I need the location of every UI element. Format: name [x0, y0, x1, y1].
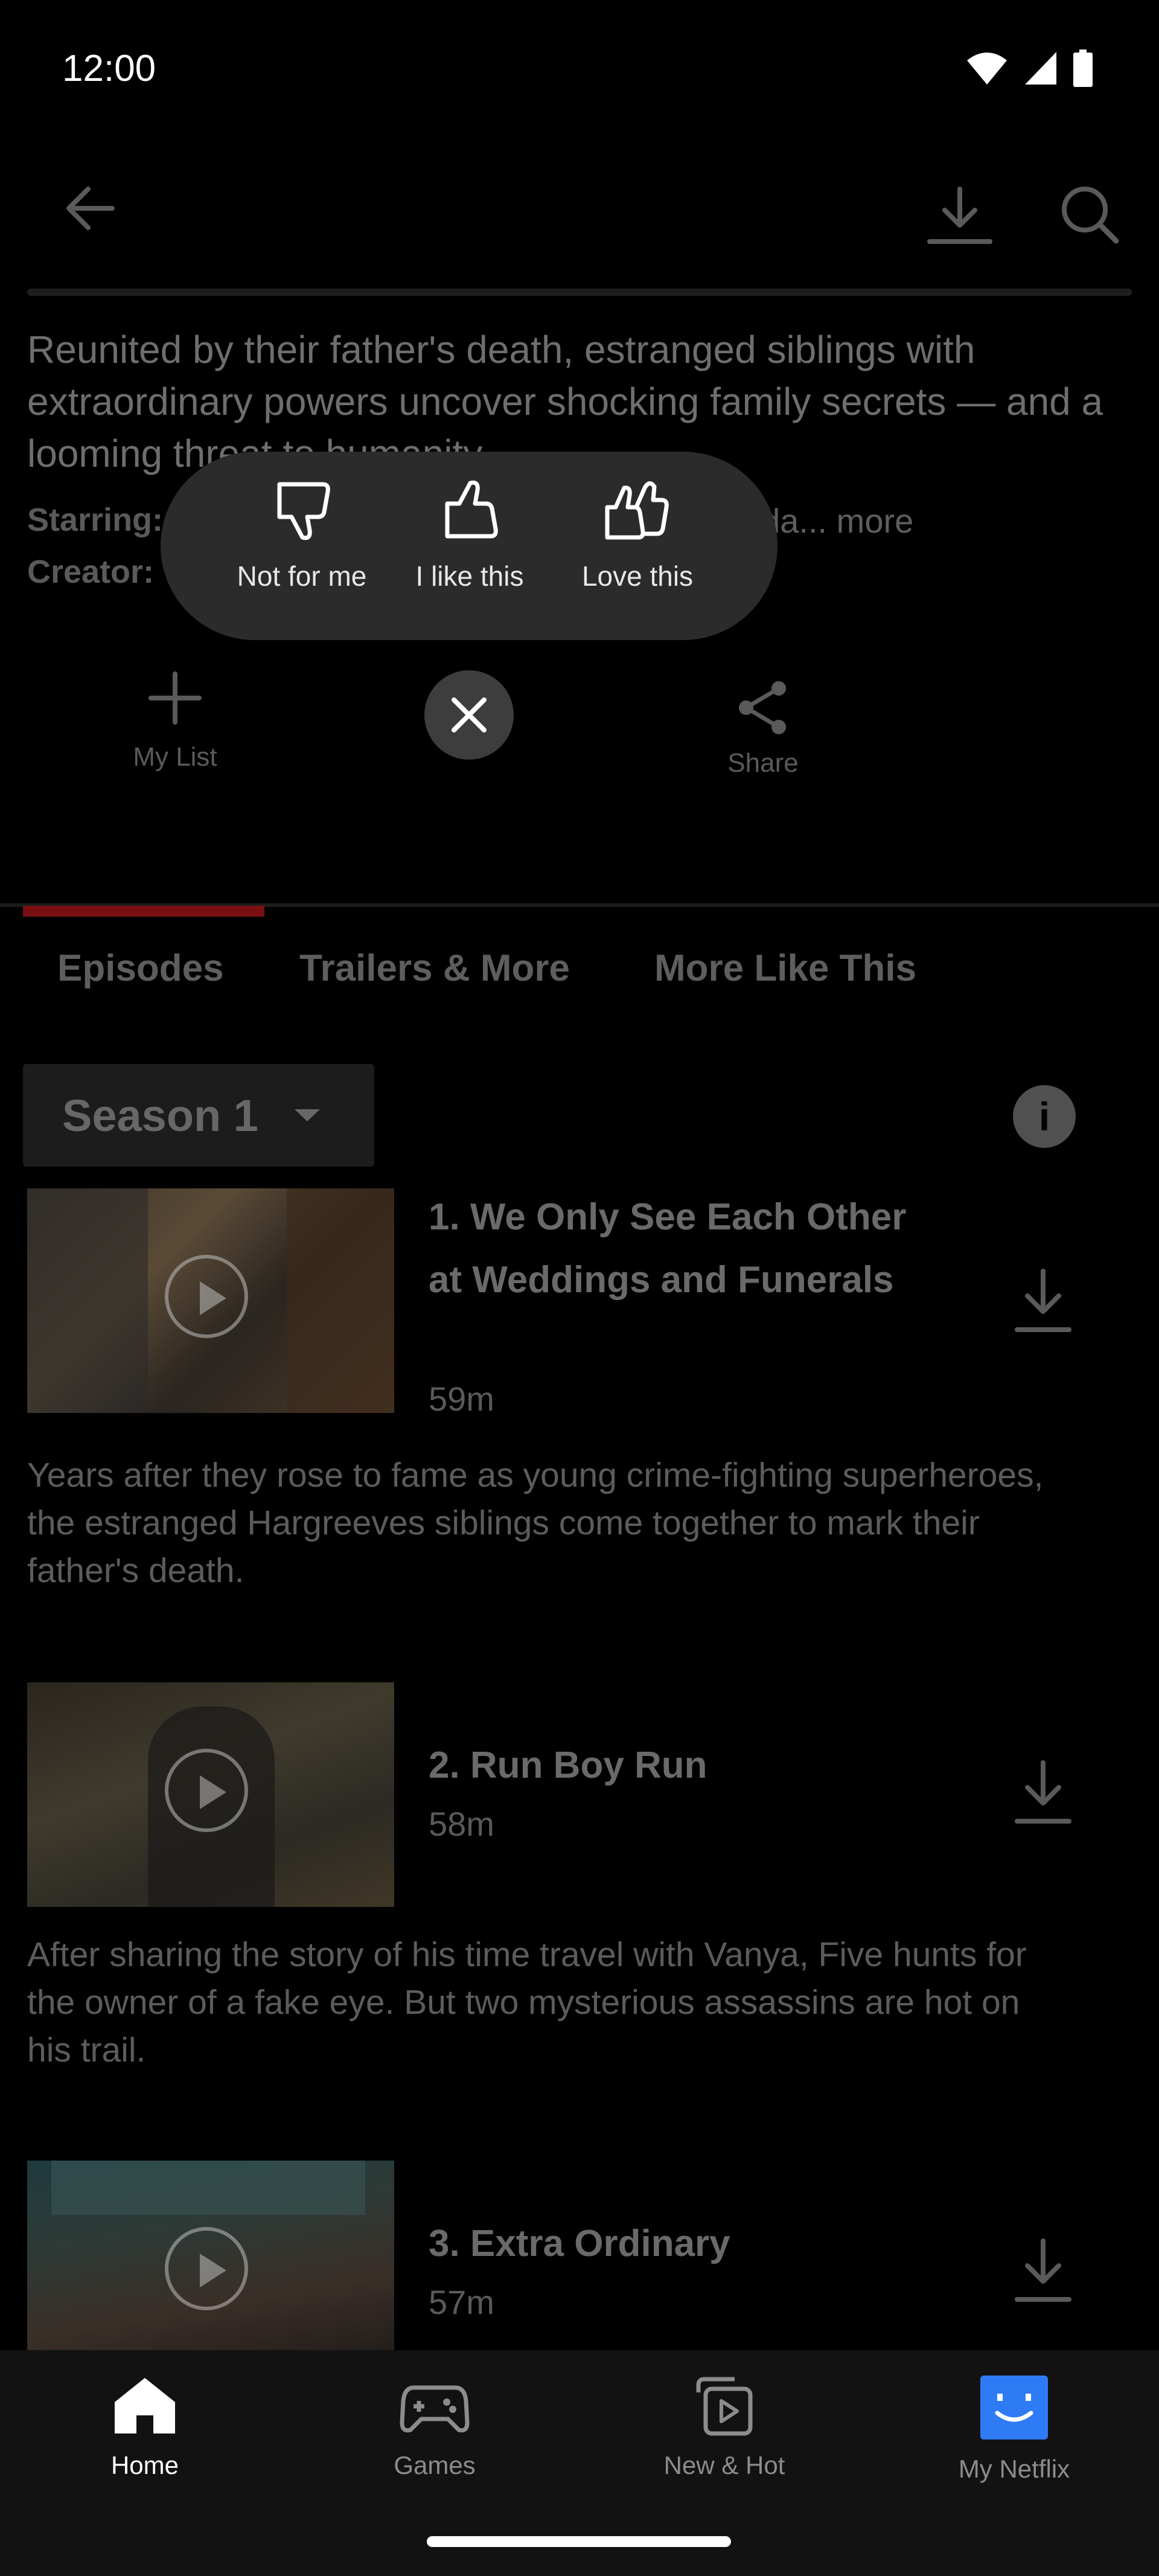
- play-icon: [165, 1749, 248, 1832]
- love-label: Love this: [581, 560, 694, 592]
- status-time: 12:00: [62, 48, 156, 89]
- episode-download-icon[interactable]: [1014, 1760, 1072, 1826]
- share-label: Share: [727, 748, 799, 778]
- creator-label: Creator:: [27, 554, 155, 590]
- double-thumbs-up-icon: [605, 481, 669, 540]
- back-arrow-icon[interactable]: [64, 184, 116, 232]
- thumbs-down-icon: [277, 482, 330, 540]
- episode-thumbnail[interactable]: [27, 1682, 394, 1907]
- episode-download-icon[interactable]: [1014, 2238, 1072, 2304]
- nav-new-hot-label: New & Hot: [663, 2451, 785, 2479]
- progress-track: [27, 289, 1132, 296]
- profile-avatar: [980, 2376, 1048, 2440]
- wifi-icon: [967, 53, 1007, 85]
- episode-title: 2. Run Boy Run: [429, 1745, 707, 1786]
- nav-home-label: Home: [110, 2451, 179, 2479]
- like-label: I like this: [415, 560, 524, 592]
- nav-my-netflix[interactable]: My Netflix: [887, 2374, 1141, 2484]
- gamepad-icon: [400, 2385, 470, 2433]
- season-label: Season 1: [62, 1090, 258, 1141]
- close-rating-button[interactable]: [424, 670, 514, 760]
- my-list-button[interactable]: My List: [103, 669, 247, 772]
- home-indicator[interactable]: [427, 2536, 731, 2547]
- battery-icon: [1073, 50, 1093, 87]
- play-icon: [165, 2227, 248, 2310]
- episode-title: 1. We Only See Each Other at Weddings an…: [429, 1196, 907, 1301]
- home-icon: [115, 2378, 175, 2433]
- download-icon[interactable]: [927, 186, 993, 246]
- my-list-label: My List: [133, 742, 217, 772]
- episode-thumbnail[interactable]: [27, 2161, 394, 2350]
- nav-games[interactable]: Games: [308, 2374, 561, 2480]
- nav-games-label: Games: [394, 2451, 476, 2479]
- tab-episodes[interactable]: Episodes: [57, 947, 224, 990]
- signal-icon: [1025, 52, 1056, 85]
- episode-download-icon[interactable]: [1014, 1268, 1072, 1334]
- episode-title: 3. Extra Ordinary: [429, 2223, 730, 2264]
- dropdown-arrow-icon: [294, 1109, 320, 1121]
- rating-popup: Not for me I like this Love this: [161, 452, 777, 640]
- episode-description: Years after they rose to fame as young c…: [27, 1456, 1044, 1590]
- episode-duration: 59m: [429, 1380, 494, 1418]
- nav-new-hot[interactable]: New & Hot: [598, 2374, 851, 2480]
- tab-more-like-this[interactable]: More Like This: [654, 947, 916, 990]
- thumbs-up-icon: [445, 480, 498, 539]
- episode-duration: 58m: [429, 1805, 494, 1843]
- search-icon[interactable]: [1059, 184, 1120, 245]
- play-icon: [165, 1255, 248, 1338]
- episode-thumbnail[interactable]: [27, 1188, 394, 1413]
- share-button[interactable]: Share: [691, 679, 835, 778]
- status-icons: [966, 50, 1093, 87]
- episode-duration: 57m: [429, 2283, 494, 2321]
- active-tab-indicator: [23, 906, 264, 917]
- like-button[interactable]: I like this: [391, 477, 548, 592]
- love-button[interactable]: Love this: [559, 477, 716, 592]
- tab-trailers-more[interactable]: Trailers & More: [299, 947, 570, 990]
- season-selector[interactable]: Season 1: [23, 1064, 374, 1167]
- starring-label: Starring:: [27, 502, 164, 538]
- share-icon: [739, 681, 786, 734]
- more-link[interactable]: more: [837, 502, 914, 540]
- nav-home[interactable]: Home: [18, 2374, 272, 2480]
- not-for-me-button[interactable]: Not for me: [223, 477, 380, 592]
- plus-icon: [148, 671, 202, 725]
- close-icon: [452, 697, 487, 732]
- nav-my-netflix-label: My Netflix: [958, 2455, 1070, 2483]
- episode-description: After sharing the story of his time trav…: [27, 1935, 1027, 2069]
- not-for-me-label: Not for me: [237, 560, 367, 592]
- new-hot-icon: [696, 2377, 753, 2436]
- info-icon[interactable]: i: [1013, 1085, 1076, 1148]
